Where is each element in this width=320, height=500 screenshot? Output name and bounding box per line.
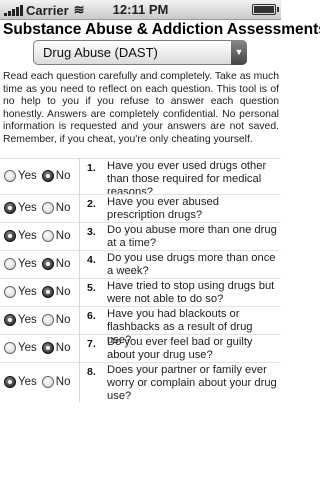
instructions-text: Read each question carefully and complet… (3, 71, 279, 145)
yes-radio-button[interactable] (4, 286, 16, 298)
question-text: Does your partner or family ever worry o… (107, 364, 277, 402)
no-radio-button[interactable] (41, 170, 54, 182)
chevron-down-icon[interactable]: ▼ (231, 40, 247, 65)
yes-label: Yes (18, 230, 37, 242)
question-number: 2. (87, 198, 96, 210)
no-radio-button[interactable] (41, 376, 54, 388)
yes-label: Yes (18, 286, 37, 298)
question-row: Yes No 3. Do you abuse more than one drug a… (0, 222, 281, 250)
yes-option[interactable]: Yes (4, 342, 37, 354)
no-option[interactable]: No (41, 342, 71, 354)
yes-radio-button[interactable] (4, 230, 16, 242)
yes-radio-button[interactable] (4, 342, 16, 354)
no-label: No (55, 286, 71, 298)
no-option[interactable]: No (41, 376, 71, 388)
yes-label: Yes (18, 202, 37, 214)
no-label: No (55, 342, 71, 354)
yes-option[interactable]: Yes (4, 202, 37, 214)
question-row: Yes No 2. Have you ever abused prescription… (0, 194, 281, 222)
yes-label: Yes (18, 342, 37, 354)
assessment-dropdown[interactable]: Drug Abuse (DAST) ▼ (33, 40, 247, 65)
no-radio-button[interactable] (41, 258, 54, 270)
answer-options: Yes No (0, 334, 80, 362)
question-row: Yes No 5. Have tried to stop using drugs bu… (0, 278, 281, 306)
no-label: No (55, 314, 71, 326)
no-option[interactable]: No (41, 314, 71, 326)
no-option[interactable]: No (41, 202, 71, 214)
yes-radio-button[interactable] (4, 170, 16, 182)
yes-option[interactable]: Yes (4, 170, 37, 182)
page-title: Substance Abuse & Addiction Assessments (3, 21, 320, 38)
answer-options: Yes No (0, 362, 80, 402)
answer-options: Yes No (0, 250, 80, 278)
question-number: 5. (87, 282, 96, 294)
no-label: No (55, 258, 71, 270)
answer-options: Yes No (0, 278, 80, 306)
question-number: 3. (87, 226, 96, 238)
yes-label: Yes (18, 314, 37, 326)
yes-label: Yes (18, 170, 37, 182)
yes-option[interactable]: Yes (4, 314, 37, 326)
no-option[interactable]: No (41, 230, 71, 242)
battery-icon (252, 4, 279, 15)
no-radio-button[interactable] (41, 314, 54, 326)
question-number: 7. (87, 338, 96, 350)
question-number: 1. (87, 162, 96, 174)
yes-label: Yes (18, 376, 37, 388)
question-number: 4. (87, 254, 96, 266)
answer-options: Yes No (0, 222, 80, 250)
question-number: 8. (87, 366, 96, 378)
answer-options: Yes No (0, 158, 80, 194)
no-radio-button[interactable] (41, 230, 54, 242)
no-option[interactable]: No (41, 286, 71, 298)
yes-label: Yes (18, 258, 37, 270)
yes-radio-button[interactable] (4, 314, 16, 326)
yes-radio-button[interactable] (4, 376, 16, 388)
question-row: Yes No 4. Do you use drugs more than once a… (0, 250, 281, 278)
status-time: 12:11 PM (112, 2, 169, 17)
no-label: No (55, 230, 71, 242)
status-bar: Carrier ≋ 12:11 PM (0, 0, 281, 20)
question-row: Yes No 8. Does your partner or family ever … (0, 362, 281, 402)
yes-option[interactable]: Yes (4, 286, 37, 298)
question-row: Yes No 6. Have you had blackouts or flashba… (0, 306, 281, 346)
answer-options: Yes No (0, 194, 80, 222)
question-text: Do you use drugs more than once a week? (107, 252, 276, 277)
question-row: Yes No 1. Have you ever used drugs other th… (0, 158, 281, 198)
question-text: Do you abuse more than one drug at a tim… (107, 224, 277, 249)
question-number: 6. (87, 310, 96, 322)
yes-radio-button[interactable] (4, 258, 16, 270)
yes-option[interactable]: Yes (4, 258, 37, 270)
question-text: Have you ever abused prescription drugs? (107, 196, 219, 221)
yes-radio-button[interactable] (4, 202, 16, 214)
question-text: Do you ever feel bad or guilty about you… (107, 336, 253, 361)
no-radio-button[interactable] (41, 286, 54, 298)
assessment-dropdown-value: Drug Abuse (DAST) (43, 45, 158, 60)
no-label: No (55, 376, 71, 388)
no-label: No (55, 170, 71, 182)
yes-option[interactable]: Yes (4, 376, 37, 388)
no-option[interactable]: No (41, 170, 71, 182)
no-option[interactable]: No (41, 258, 71, 270)
no-radio-button[interactable] (41, 342, 54, 354)
answer-options: Yes No (0, 306, 80, 334)
yes-option[interactable]: Yes (4, 230, 37, 242)
question-list: Yes No 1. Have you ever used drugs other th… (0, 158, 281, 402)
question-text: Have tried to stop using drugs but were … (107, 280, 275, 305)
question-row: Yes No 7. Do you ever feel bad or guilty ab… (0, 334, 281, 362)
no-radio-button[interactable] (41, 202, 54, 214)
no-label: No (55, 202, 71, 214)
